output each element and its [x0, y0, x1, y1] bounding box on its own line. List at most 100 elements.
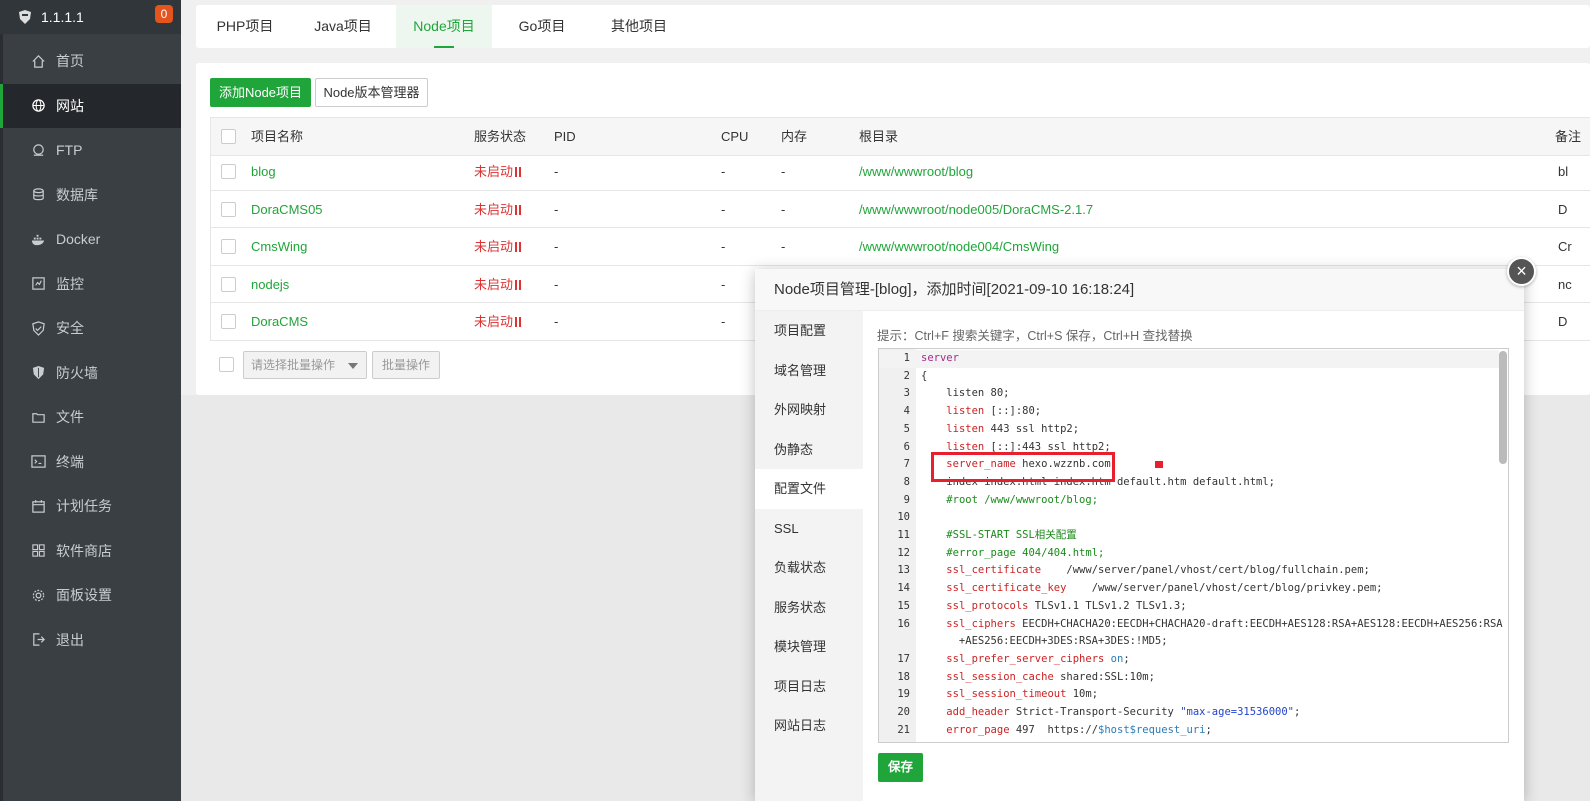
sidebar-item[interactable]: 安全 — [0, 306, 181, 351]
code-line[interactable]: 11 #SSL-START SSL相关配置 — [879, 527, 1499, 545]
node-version-manager-button[interactable]: Node版本管理器 — [315, 78, 428, 107]
dialog-menu-item[interactable]: 负载状态 — [755, 548, 863, 588]
code-line[interactable]: 4 listen [::]:80; — [879, 403, 1499, 421]
line-number: 19 — [897, 688, 910, 701]
code-line[interactable]: 5 listen 443 ssl http2; — [879, 421, 1499, 439]
dialog-menu-item[interactable]: 项目配置 — [755, 311, 863, 351]
database-icon — [30, 187, 46, 203]
sidebar-item[interactable]: 文件 — [0, 395, 181, 440]
row-checkbox[interactable] — [221, 314, 236, 329]
row-checkbox[interactable] — [221, 276, 236, 292]
code-text: add_header Strict-Transport-Security "ma… — [946, 706, 1301, 718]
dialog-menu-item[interactable]: 域名管理 — [755, 351, 863, 391]
code-line[interactable]: 13 ssl_certificate /www/server/panel/vho… — [879, 562, 1499, 580]
project-name-link[interactable]: CmsWing — [251, 228, 307, 265]
sidebar-item[interactable]: 数据库 — [0, 173, 181, 218]
dialog-menu-item[interactable]: 服务状态 — [755, 588, 863, 628]
sidebar-item[interactable]: 监控 — [0, 262, 181, 307]
code-line[interactable]: 16 ssl_ciphers EECDH+CHACHA20:EECDH+CHAC… — [879, 616, 1502, 634]
root-dir-link[interactable]: /www/wwwroot/node004/CmsWing — [859, 228, 1059, 265]
sidebar-item[interactable]: 软件商店 — [0, 529, 181, 574]
line-number: 7 — [903, 458, 910, 471]
project-name-link[interactable]: DoraCMS — [251, 303, 308, 340]
sidebar-item-label: 文件 — [56, 409, 84, 426]
code-line[interactable]: 1 server — [879, 350, 1499, 368]
tab-go[interactable]: Go项目 — [506, 5, 578, 48]
dialog-menu-item[interactable]: 配置文件 — [755, 469, 863, 509]
dialog-menu-item[interactable]: 外网映射 — [755, 390, 863, 430]
notification-badge[interactable]: 0 — [155, 5, 173, 23]
sidebar-item[interactable]: 首页 — [0, 39, 181, 84]
table-row: blog 未启动 - - - /www/wwwroot/blog bl — [211, 153, 1590, 191]
row-checkbox[interactable] — [221, 201, 236, 217]
code-line[interactable]: 2{ — [879, 368, 1499, 386]
bulk-select-placeholder: 请选择批量操作 — [251, 358, 336, 372]
sidebar-item[interactable]: Docker — [0, 217, 181, 262]
table-header: 项目名称 服务状态 PID CPU 内存 根目录 备注 — [211, 118, 1590, 156]
sidebar-item[interactable]: 终端 — [0, 440, 181, 485]
row-checkbox[interactable] — [221, 164, 236, 179]
service-status[interactable]: 未启动 — [474, 191, 522, 228]
select-all-checkbox[interactable] — [221, 129, 236, 144]
code-line[interactable]: 20 add_header Strict-Transport-Security … — [879, 704, 1499, 722]
code-line[interactable]: 18 ssl_session_cache shared:SSL:10m; — [879, 669, 1499, 687]
config-editor[interactable]: 1 server 2{3 listen 80; 4 listen [::]:80; 5 … — [878, 348, 1509, 743]
pid-cell: - — [554, 201, 559, 217]
close-dialog-button[interactable]: × — [1507, 257, 1536, 286]
code-line[interactable]: 17 ssl_prefer_server_ciphers on; — [879, 651, 1499, 669]
sidebar-item[interactable]: FTP — [0, 128, 181, 173]
root-dir-link[interactable]: /www/wwwroot/node005/DoraCMS-2.1.7 — [859, 191, 1093, 228]
save-button[interactable]: 保存 — [878, 753, 923, 782]
code-text: ssl_certificate_key /www/server/panel/vh… — [946, 582, 1383, 595]
code-line[interactable]: +AES256:EECDH+3DES:RSA+3DES:!MD5; — [879, 633, 1499, 651]
code-line[interactable]: 19 ssl_session_timeout 10m; — [879, 686, 1499, 704]
line-number: 6 — [903, 440, 910, 453]
code-line[interactable]: 21 error_page 497 https://$host$request_… — [879, 722, 1499, 740]
code-text: ssl_session_cache shared:SSL:10m; — [946, 670, 1155, 683]
code-text: listen 80; — [921, 387, 1010, 400]
code-line[interactable]: 14 ssl_certificate_key /www/server/panel… — [879, 580, 1499, 598]
service-status[interactable]: 未启动 — [474, 303, 522, 340]
project-type-tabs: PHP项目 Java项目 Node项目 Go项目 其他项目 — [196, 5, 1590, 48]
sidebar-item[interactable]: 计划任务 — [0, 484, 181, 529]
dialog-menu-item[interactable]: 网站日志 — [755, 706, 863, 746]
code-text: listen [::]:80; — [946, 405, 1042, 418]
code-line[interactable]: 12 #error_page 404/404.html; — [879, 545, 1499, 563]
dialog-menu-item[interactable]: 项目日志 — [755, 667, 863, 707]
tab-java[interactable]: Java项目 — [299, 5, 387, 48]
code-text: server — [921, 352, 959, 364]
apps-icon — [30, 543, 46, 559]
dialog-menu-item[interactable]: 模块管理 — [755, 627, 863, 667]
bulk-action-select[interactable]: 请选择批量操作 — [243, 351, 367, 379]
sidebar-item-label: 退出 — [56, 631, 84, 648]
add-node-project-button[interactable]: 添加Node项目 — [210, 78, 311, 107]
dialog-menu-item[interactable]: 伪静态 — [755, 430, 863, 470]
dialog-menu-item[interactable]: SSL — [755, 509, 863, 549]
code-line[interactable]: 3 listen 80; — [879, 385, 1499, 403]
sidebar-item[interactable]: 网站 — [0, 83, 181, 128]
sidebar-item-label: 首页 — [56, 53, 84, 70]
code-line[interactable]: 10 — [879, 509, 1499, 527]
service-status[interactable]: 未启动 — [474, 266, 522, 303]
sidebar-item[interactable]: 面板设置 — [0, 573, 181, 618]
sidebar-item[interactable]: 防火墙 — [0, 351, 181, 396]
project-name-link[interactable]: nodejs — [251, 266, 289, 303]
bulk-select-checkbox[interactable] — [219, 357, 234, 372]
tab-other[interactable]: 其他项目 — [601, 5, 677, 48]
project-name-link[interactable]: blog — [251, 153, 276, 190]
service-status[interactable]: 未启动 — [474, 228, 522, 265]
tab-node[interactable]: Node项目 — [396, 5, 492, 48]
code-line[interactable]: 9 #root /www/wwwroot/blog; — [879, 492, 1499, 510]
bt-logo-icon — [19, 10, 31, 24]
root-dir-link[interactable]: /www/wwwroot/blog — [859, 153, 973, 190]
status-text: 未启动 — [474, 201, 514, 217]
code-line[interactable]: 15 ssl_protocols TLSv1.1 TLSv1.2 TLSv1.3… — [879, 598, 1499, 616]
service-status[interactable]: 未启动 — [474, 153, 522, 190]
bulk-action-button[interactable]: 批量操作 — [372, 351, 440, 379]
row-checkbox[interactable] — [221, 239, 236, 254]
editor-scrollbar[interactable] — [1499, 351, 1507, 464]
tab-php[interactable]: PHP项目 — [206, 5, 284, 48]
sidebar-item-label: 安全 — [56, 320, 84, 337]
project-name-link[interactable]: DoraCMS05 — [251, 191, 323, 228]
sidebar-item[interactable]: 退出 — [0, 618, 181, 663]
